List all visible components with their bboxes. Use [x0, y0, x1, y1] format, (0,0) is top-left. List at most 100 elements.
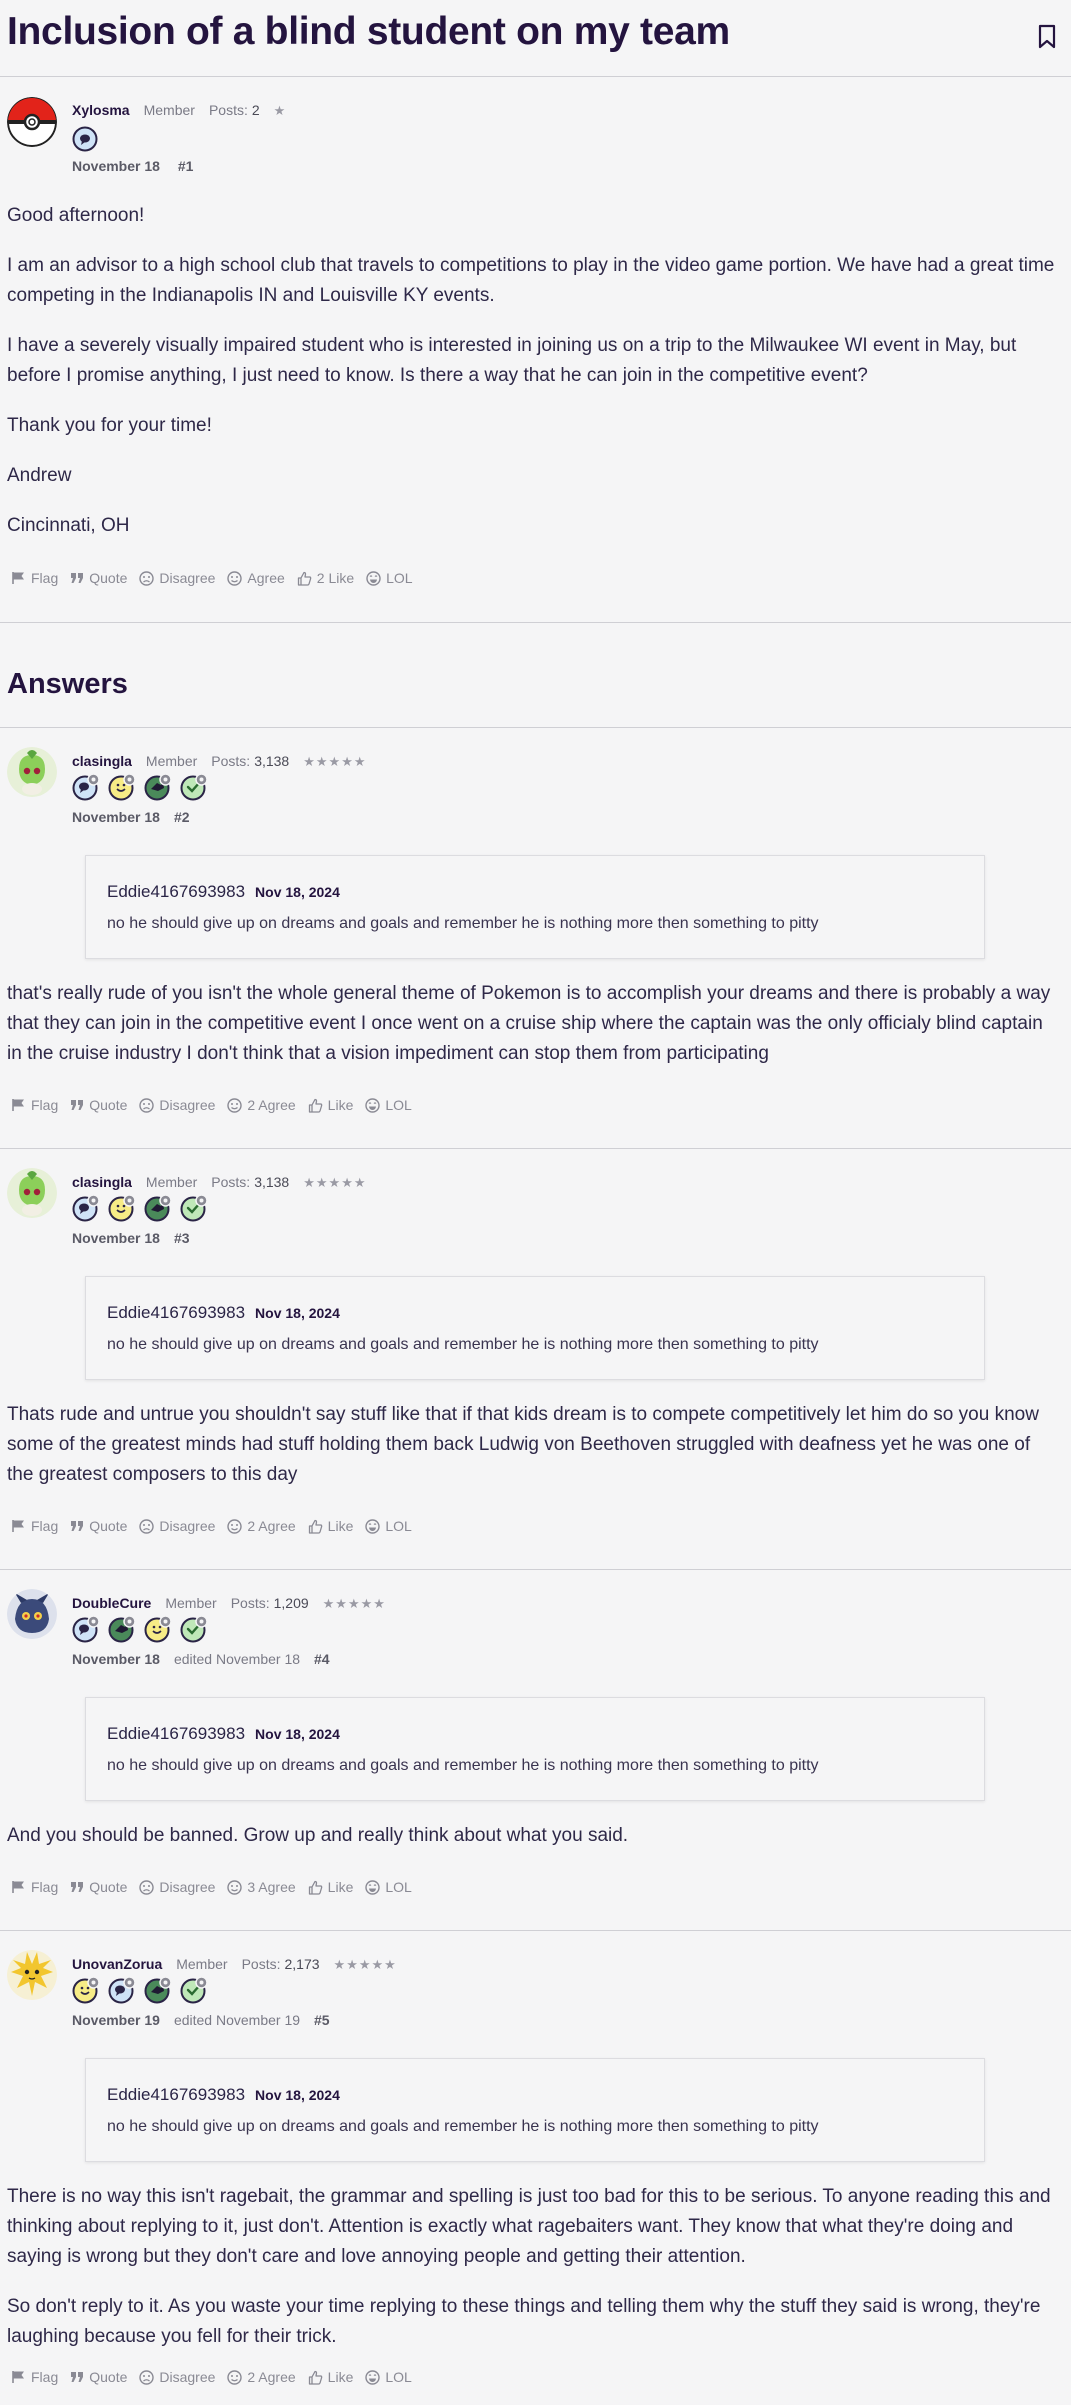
- badge-row: [72, 126, 98, 152]
- disagree-button[interactable]: Disagree: [139, 1518, 215, 1534]
- like-button[interactable]: Like: [308, 2369, 353, 2385]
- quote-author[interactable]: Eddie4167693983: [107, 882, 245, 901]
- member-badge-icon[interactable]: [108, 1194, 136, 1222]
- flag-button[interactable]: Flag: [11, 570, 58, 586]
- member-badge-icon[interactable]: [72, 1194, 100, 1222]
- flag-label: Flag: [31, 2369, 59, 2385]
- author-name[interactable]: Xylosma: [72, 102, 130, 118]
- reaction-bar: Flag Quote Disagree 2 Agree Like LOL: [11, 1097, 424, 1113]
- post-paragraph: Cincinnati, OH: [7, 515, 130, 536]
- agree-icon: [227, 570, 243, 586]
- disagree-button[interactable]: Disagree: [139, 2369, 215, 2385]
- flag-button[interactable]: Flag: [11, 1518, 58, 1534]
- flag-button[interactable]: Flag: [11, 1879, 58, 1895]
- post-number[interactable]: #5: [314, 2012, 330, 2028]
- divider: [0, 622, 1071, 623]
- agree-button[interactable]: 2 Agree: [227, 1518, 296, 1534]
- post-date[interactable]: November 18: [72, 1230, 160, 1246]
- member-badge-icon[interactable]: [108, 1976, 136, 2004]
- bookmark-icon[interactable]: [1037, 24, 1057, 50]
- like-button[interactable]: 2 Like: [297, 570, 354, 586]
- edited-label: edited November 19: [173, 2012, 301, 2028]
- member-badge-icon[interactable]: [72, 126, 98, 152]
- quote-author[interactable]: Eddie4167693983: [107, 1724, 245, 1743]
- lol-button[interactable]: LOL: [365, 2369, 412, 2385]
- member-badge-icon[interactable]: [180, 1615, 208, 1643]
- post-number[interactable]: #1: [178, 158, 194, 174]
- member-badge-icon[interactable]: [180, 1976, 208, 2004]
- quoted-post[interactable]: Eddie4167693983 Nov 18, 2024 no he should …: [85, 855, 985, 959]
- member-badge-icon[interactable]: [180, 773, 208, 801]
- post-number[interactable]: #4: [314, 1651, 330, 1667]
- quote-button[interactable]: Quote: [70, 1518, 127, 1534]
- post-number[interactable]: #2: [174, 809, 190, 825]
- answer-post: UnovanZorua Member Posts: 2,173 ★★★★★ Novembe…: [0, 1931, 1071, 2405]
- disagree-button[interactable]: Disagree: [139, 1879, 215, 1895]
- avatar[interactable]: [7, 1950, 57, 2000]
- member-badge-icon[interactable]: [108, 773, 136, 801]
- flag-icon: [12, 1881, 24, 1893]
- author-name[interactable]: DoubleCure: [72, 1595, 151, 1611]
- lol-button[interactable]: LOL: [365, 1518, 412, 1534]
- member-badge-icon[interactable]: [72, 773, 100, 801]
- agree-button[interactable]: 2 Agree: [227, 1097, 296, 1113]
- flag-label: Flag: [31, 1518, 59, 1534]
- agree-icon: [227, 1518, 243, 1534]
- post-paragraph: I have a severely visually impaired stud…: [7, 335, 1017, 386]
- lol-button[interactable]: LOL: [365, 1097, 412, 1113]
- member-badge-icon[interactable]: [144, 1194, 172, 1222]
- disagree-label: Disagree: [159, 2369, 216, 2385]
- flag-button[interactable]: Flag: [11, 1097, 58, 1113]
- member-badge-icon[interactable]: [108, 1615, 136, 1643]
- quote-label: Quote: [89, 570, 128, 586]
- agree-button[interactable]: 3 Agree: [227, 1879, 296, 1895]
- badge-row: [72, 1976, 208, 2004]
- quote-header: Eddie4167693983 Nov 18, 2024: [107, 882, 340, 902]
- flag-icon: [12, 572, 24, 584]
- lol-button[interactable]: LOL: [366, 570, 413, 586]
- post-date[interactable]: November 18: [72, 809, 160, 825]
- avatar[interactable]: [7, 97, 57, 147]
- disagree-label: Disagree: [159, 570, 216, 586]
- quote-text: no he should give up on dreams and goals…: [107, 915, 819, 932]
- quote-author[interactable]: Eddie4167693983: [107, 2085, 245, 2104]
- avatar[interactable]: [7, 1168, 57, 1218]
- flag-icon: [12, 1520, 24, 1532]
- quoted-post[interactable]: Eddie4167693983 Nov 18, 2024 no he should …: [85, 2058, 985, 2162]
- post-date[interactable]: November 18: [72, 1651, 160, 1667]
- author-name[interactable]: clasingla: [72, 753, 132, 769]
- member-badge-icon[interactable]: [144, 1615, 172, 1643]
- member-badge-icon[interactable]: [144, 1976, 172, 2004]
- post-meta: November 18 #3: [72, 1230, 190, 1246]
- member-badge-icon[interactable]: [180, 1194, 208, 1222]
- member-badge-icon[interactable]: [72, 1615, 100, 1643]
- post-date[interactable]: November 18: [72, 158, 160, 174]
- member-badge-icon[interactable]: [72, 1976, 100, 2004]
- avatar[interactable]: [7, 1589, 57, 1639]
- lol-button[interactable]: LOL: [365, 1879, 412, 1895]
- disagree-button[interactable]: Disagree: [139, 1097, 215, 1113]
- quote-header: Eddie4167693983 Nov 18, 2024: [107, 1303, 340, 1323]
- quoted-post[interactable]: Eddie4167693983 Nov 18, 2024 no he should …: [85, 1697, 985, 1801]
- author-name[interactable]: UnovanZorua: [72, 1956, 162, 1972]
- avatar[interactable]: [7, 747, 57, 797]
- quote-button[interactable]: Quote: [70, 1879, 127, 1895]
- member-badge-icon[interactable]: [144, 773, 172, 801]
- author-role: Member: [143, 102, 195, 118]
- quote-author[interactable]: Eddie4167693983: [107, 1303, 245, 1322]
- post-date[interactable]: November 19: [72, 2012, 160, 2028]
- flag-button[interactable]: Flag: [11, 2369, 58, 2385]
- author-name[interactable]: clasingla: [72, 1174, 132, 1190]
- post-number[interactable]: #3: [174, 1230, 190, 1246]
- author-role: Member: [165, 1595, 217, 1611]
- disagree-button[interactable]: Disagree: [139, 570, 215, 586]
- like-button[interactable]: Like: [308, 1518, 353, 1534]
- like-button[interactable]: Like: [308, 1879, 353, 1895]
- quoted-post[interactable]: Eddie4167693983 Nov 18, 2024 no he should …: [85, 1276, 985, 1380]
- quote-button[interactable]: Quote: [70, 2369, 127, 2385]
- like-button[interactable]: Like: [308, 1097, 353, 1113]
- quote-button[interactable]: Quote: [70, 570, 127, 586]
- quote-button[interactable]: Quote: [70, 1097, 127, 1113]
- agree-button[interactable]: 2 Agree: [227, 2369, 296, 2385]
- agree-button[interactable]: Agree: [227, 570, 285, 586]
